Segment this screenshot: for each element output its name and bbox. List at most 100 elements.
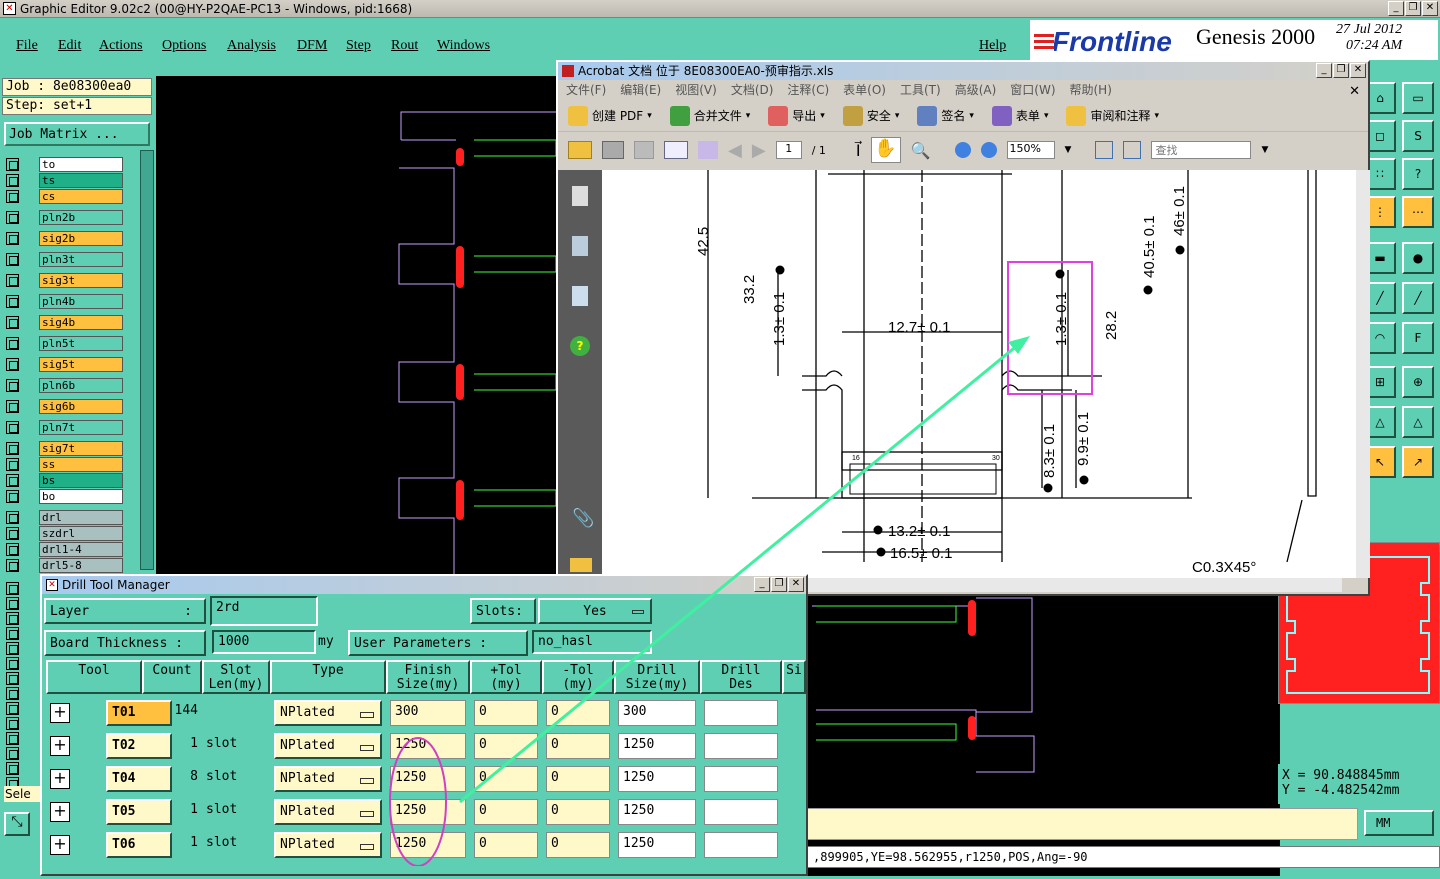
layer-checkbox[interactable] [6,457,19,471]
command-bar[interactable] [806,808,1358,840]
type-select[interactable]: NPlated [274,766,382,792]
acrobat-menu-item[interactable]: 编辑(E) [620,80,661,100]
layer-checkbox[interactable] [6,656,19,670]
s-tool-icon[interactable]: S [1402,120,1434,152]
layer-checkbox[interactable] [6,399,19,413]
resize-icon[interactable]: ⤡ [4,812,30,836]
acrobat-menu-item[interactable]: 注释(C) [787,80,829,100]
acrobat-toolbar-button[interactable]: 导出 ▾ [768,105,825,126]
acrobat-minimize-button[interactable]: _ [1316,63,1332,78]
minimize-button[interactable]: _ [1388,1,1404,16]
menu-step[interactable]: Step [346,38,371,54]
row-expand-icon[interactable]: + [50,802,70,822]
layer-checkbox[interactable] [6,210,19,224]
acrobat-menu-item[interactable]: 窗口(W) [1010,80,1055,100]
finish-size-field[interactable]: 300 [390,700,466,726]
layer-row-cs[interactable]: cs [6,188,123,204]
layer-row-drl5-8[interactable]: drl5-8 [6,557,123,573]
acrobat-menu-item[interactable]: 工具(T) [900,80,941,100]
type-select[interactable]: NPlated [274,832,382,858]
menu-options[interactable]: Options [162,38,206,54]
layer-checkbox[interactable] [6,746,19,760]
layer-row-ts[interactable]: ts [6,172,123,188]
dtm-minimize-button[interactable]: _ [754,577,770,592]
signatures-panel-icon[interactable] [572,286,588,306]
copy-tool-icon[interactable]: ⊕ [1402,366,1434,398]
layer-row-pln7t[interactable]: pln7t [6,419,123,435]
layer-checkbox[interactable] [6,611,19,625]
zoom-dropdown-icon[interactable]: ▼ [1065,145,1072,155]
acrobat-restore-button[interactable]: ❐ [1333,63,1349,78]
comments-panel-icon[interactable] [570,558,592,572]
next-page-icon[interactable]: ▶ [752,140,766,161]
extra-layer-checkbox[interactable] [6,670,39,686]
drill-des-field[interactable] [704,832,778,858]
bookmarks-panel-icon[interactable] [572,236,588,256]
layer-checkbox[interactable] [6,581,19,595]
drill-des-field[interactable] [704,799,778,825]
layer-row-szdrl[interactable]: szdrl [6,525,123,541]
layer-field[interactable]: 2rd [210,596,318,626]
minus-tol-field[interactable]: 0 [546,700,610,726]
help-tool-icon[interactable]: ? [1402,158,1434,190]
layer-row-sig5t[interactable]: sig5t [6,356,123,372]
zoom-in-icon[interactable] [980,142,997,158]
acrobat-menu-item[interactable]: 文件(F) [566,80,606,100]
acrobat-toolbar-button[interactable]: 审阅和注释 ▾ [1066,105,1159,126]
menu-analysis[interactable]: Analysis [227,38,276,54]
extra-layer-checkbox[interactable] [6,595,39,611]
print-icon[interactable] [602,141,624,159]
hand-tool-icon[interactable]: ✋ [870,137,901,163]
layer-checkbox[interactable] [6,273,19,287]
acrobat-toolbar-button[interactable]: 创建 PDF ▾ [568,105,652,126]
layer-checkbox[interactable] [6,671,19,685]
extra-layer-checkbox[interactable] [6,715,39,731]
user-parameters-button[interactable]: User Parameters : [348,630,528,656]
layer-checkbox[interactable] [6,526,19,540]
plus-tol-field[interactable]: 0 [474,700,538,726]
layer-checkbox[interactable] [6,173,19,187]
menu-file[interactable]: File [16,38,38,54]
layer-row-pln4b[interactable]: pln4b [6,293,123,309]
menu-edit[interactable]: Edit [58,38,81,54]
restore-button[interactable]: ❐ [1405,1,1421,16]
minus-tol-field[interactable]: 0 [546,733,610,759]
type-select[interactable]: NPlated [274,733,382,759]
slots-select[interactable]: Yes [538,598,652,624]
layer-checkbox[interactable] [6,189,19,203]
dtm-restore-button[interactable]: ❐ [771,577,787,592]
minus-tol-field[interactable]: 0 [546,799,610,825]
layer-checkbox[interactable] [6,294,19,308]
line2-tool-icon[interactable]: ╱ [1402,282,1434,314]
acrobat-menu-item[interactable]: 表单(O) [843,80,886,100]
edit-doc-icon[interactable] [698,141,718,159]
layer-checkbox[interactable] [6,252,19,266]
board-thickness-field[interactable]: 1000 [212,630,316,654]
open-folder-icon[interactable] [568,141,592,159]
zoom-marquee-icon[interactable]: 🔍 [911,141,931,160]
layer-row-bo[interactable]: bo [6,488,123,504]
row-expand-icon[interactable]: + [50,769,70,789]
type-select[interactable]: NPlated [274,700,382,726]
extra-layer-checkbox[interactable] [6,640,39,656]
layer-row-sig7t[interactable]: sig7t [6,440,123,456]
layer-checkbox[interactable] [6,641,19,655]
minus-tol-field[interactable]: 0 [546,766,610,792]
layer-checkbox[interactable] [6,357,19,371]
layer-row-sig3t[interactable]: sig3t [6,272,123,288]
layer-checkbox[interactable] [6,315,19,329]
row-expand-icon[interactable]: + [50,703,70,723]
acrobat-menu-item[interactable]: 高级(A) [955,80,997,100]
layer-checkbox[interactable] [6,473,19,487]
pages-panel-icon[interactable] [572,186,588,206]
save-icon[interactable] [634,141,654,159]
drill-size-field[interactable]: 1250 [618,766,696,792]
layer-row-drl1-4[interactable]: drl1-4 [6,541,123,557]
layer-checkbox[interactable] [6,420,19,434]
layer-row-sig4b[interactable]: sig4b [6,314,123,330]
minus-tol-field[interactable]: 0 [546,832,610,858]
row-expand-icon[interactable]: + [50,736,70,756]
layer-checkbox[interactable] [6,510,19,524]
layer-row-pln5t[interactable]: pln5t [6,335,123,351]
layer-list-scrollbar[interactable] [140,150,154,570]
